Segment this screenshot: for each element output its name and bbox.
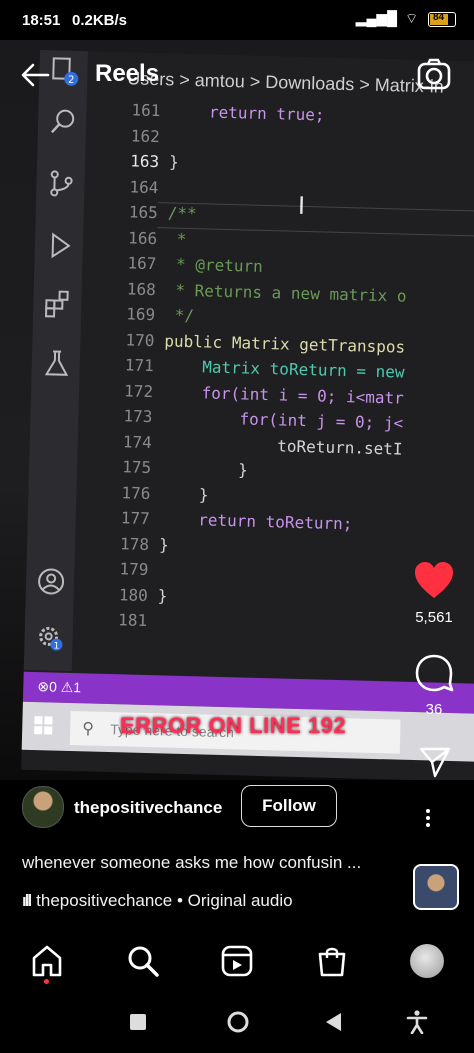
line-number: 181 (117, 610, 148, 630)
line-number: 164 (129, 176, 159, 197)
line-number: 180 (118, 584, 149, 605)
heart-icon[interactable] (414, 562, 454, 600)
comment-icon[interactable] (414, 654, 454, 692)
line-number: 162 (130, 125, 161, 146)
search-icon[interactable] (126, 944, 160, 978)
line-number: 176 (121, 482, 151, 503)
home-circle-icon[interactable] (226, 1010, 250, 1034)
line-number: 169 (125, 304, 156, 325)
line-number: 167 (127, 253, 157, 274)
notification-dot (44, 979, 49, 984)
svg-text:1: 1 (53, 642, 59, 652)
line-number: 179 (119, 559, 149, 580)
avatar[interactable] (22, 786, 64, 828)
accessibility-icon[interactable] (406, 1010, 428, 1034)
share-send-icon[interactable] (418, 745, 452, 779)
audio-label: thepositivechance • Original audio (36, 891, 293, 910)
line-number: 173 (123, 406, 153, 427)
audio-link[interactable]: ıll thepositivechance • Original audio (22, 891, 293, 911)
testing-flask-icon (44, 350, 69, 376)
post-info: thepositivechance Follow whenever someon… (0, 780, 474, 930)
caption[interactable]: whenever someone asks me how confusin ..… (22, 853, 361, 873)
account-icon (38, 568, 65, 595)
line-number-gutter: 161 162 163 164 165 166 167 168 169 170 … (91, 100, 161, 637)
settings-gear-icon: 1 (39, 626, 63, 652)
line-number: 166 (127, 227, 158, 248)
activity-bar: 2 1 (23, 50, 88, 672)
line-number: 178 (119, 533, 150, 554)
svg-text:2: 2 (68, 75, 75, 86)
search-icon (50, 109, 75, 134)
status-bar: 18:51 0.2KB/s ▂▄▆█ ⌔ 84 (0, 0, 474, 40)
line-number: 175 (121, 457, 152, 478)
line-number: 172 (123, 380, 154, 401)
line-number: 171 (124, 355, 155, 376)
source-control-icon (50, 170, 73, 197)
extensions-icon (45, 290, 69, 318)
audio-bars-icon: ıll (22, 891, 32, 910)
home-icon[interactable] (30, 944, 64, 978)
status-time: 18:51 (22, 12, 61, 29)
reels-icon[interactable] (220, 944, 254, 978)
run-debug-icon (51, 232, 71, 259)
battery-level: 84 (433, 11, 445, 23)
line-number: 165 (128, 202, 159, 223)
follow-button[interactable]: Follow (241, 785, 337, 827)
line-number: 168 (126, 278, 157, 299)
error-banner-overlay: ERROR ON LINE 192 (120, 713, 347, 738)
like-count: 5,561 (415, 609, 453, 626)
like-control[interactable]: 5,561 (404, 562, 464, 626)
line-number: 177 (120, 508, 151, 529)
profile-avatar[interactable] (410, 944, 444, 978)
wifi-icon: ⌔ (404, 10, 419, 26)
search-icon: ⚲ (82, 720, 95, 738)
shop-icon[interactable] (315, 944, 349, 978)
username[interactable]: thepositivechance (74, 798, 222, 818)
comment-count: 36 (425, 701, 443, 718)
line-number-active: 163 (129, 151, 160, 172)
explorer-icon: 2 (52, 57, 79, 86)
more-options-icon[interactable] (426, 806, 430, 830)
battery-icon: 84 (428, 11, 456, 27)
bottom-nav (0, 930, 474, 990)
audio-thumbnail[interactable] (413, 864, 459, 910)
comment-control[interactable]: 36 (404, 654, 464, 718)
reel-video[interactable]: 2 1 Users > amtou > Downloads > Matrix-i… (0, 40, 474, 780)
breadcrumb: Users > amtou > Downloads > Matrix-in (127, 68, 445, 97)
problems-count: ⊗0 ⚠1 (37, 678, 82, 696)
network-speed: 0.2KB/s (72, 12, 128, 29)
page-title: Reels (95, 60, 160, 87)
back-triangle-icon[interactable] (326, 1013, 342, 1031)
windows-logo-icon (34, 716, 53, 735)
back-arrow-icon[interactable] (18, 58, 52, 92)
line-number: 174 (122, 431, 153, 452)
system-nav-bar (0, 990, 474, 1053)
line-number: 170 (125, 329, 155, 350)
signal-icon: ▂▄▆█ (355, 10, 398, 26)
line-number: 161 (131, 100, 161, 121)
camera-icon[interactable] (416, 56, 452, 92)
recents-square-icon[interactable] (130, 1014, 146, 1030)
status-icons: ▂▄▆█ ⌔ 84 (356, 10, 456, 28)
